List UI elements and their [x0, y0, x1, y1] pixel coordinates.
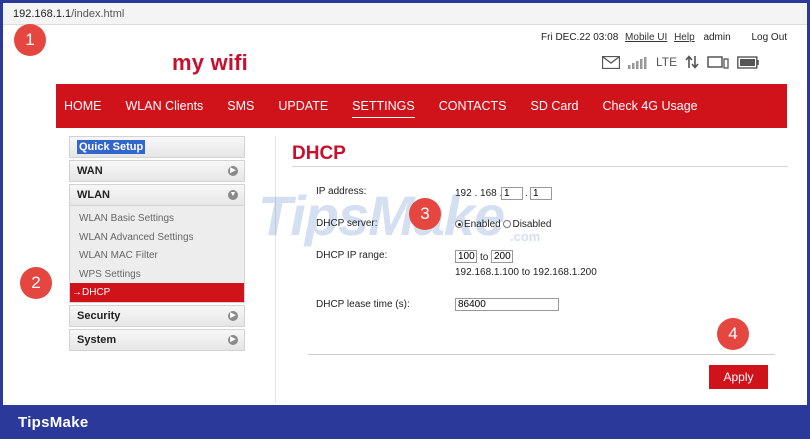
battery-icon — [737, 55, 759, 69]
dhcp-enabled-label: Enabled — [464, 219, 501, 230]
brand-logo: my wifi — [172, 50, 248, 75]
sidebar-item-label: Quick Setup — [77, 140, 146, 154]
submenu-dhcp[interactable]: →DHCP — [70, 283, 244, 302]
ip-part-1: 192 — [455, 188, 472, 199]
mobile-ui-link[interactable]: Mobile UI — [625, 32, 667, 43]
sidebar-item-label: WAN — [77, 165, 103, 177]
footer-brand: TipsMake — [18, 414, 89, 431]
ip-part-4-input[interactable]: 1 — [530, 187, 552, 200]
sidebar-item-label: WLAN — [77, 189, 110, 201]
sidebar-item-security[interactable]: Security ▶ — [69, 304, 245, 327]
dhcp-server-label: DHCP server: — [316, 218, 378, 229]
sidebar-item-label: System — [77, 333, 117, 346]
lease-time-label: DHCP lease time (s): — [316, 299, 410, 310]
step-marker-4: 4 — [717, 318, 749, 350]
nav-sms[interactable]: SMS — [227, 95, 254, 117]
sidebar-item-wan[interactable]: WAN ▶ — [69, 160, 245, 182]
submenu-wlan-mac-filter[interactable]: WLAN MAC Filter — [70, 246, 244, 265]
nav-update[interactable]: UPDATE — [278, 95, 328, 117]
range-to-label: to — [480, 252, 489, 263]
nav-wlan-clients[interactable]: WLAN Clients — [126, 95, 204, 117]
ip-address-label: IP address: — [316, 186, 367, 197]
network-type: LTE — [656, 55, 678, 69]
nav-home[interactable]: HOME — [64, 95, 102, 117]
title-divider — [292, 166, 788, 167]
chevron-right-icon: ▶ — [228, 334, 238, 345]
range-summary: 192.168.1.100 to 192.168.1.200 — [455, 267, 597, 278]
sidebar-item-label: Security — [77, 309, 121, 322]
nav-contacts[interactable]: CONTACTS — [439, 95, 507, 117]
nav-check-4g-usage[interactable]: Check 4G Usage — [602, 95, 697, 117]
chevron-right-icon: ▶ — [228, 166, 238, 176]
ip-address-fixed: 192 . 168 . — [455, 188, 503, 199]
page-title: DHCP — [292, 143, 346, 164]
step-marker-3: 3 — [409, 198, 441, 230]
dhcp-enabled-radio[interactable] — [455, 220, 463, 228]
username: admin — [703, 32, 731, 43]
submenu-wlan-advanced-settings[interactable]: WLAN Advanced Settings — [70, 228, 244, 247]
ip-dot-separator: . — [525, 188, 528, 199]
ip-part-3-input[interactable]: 1 — [501, 187, 523, 200]
chevron-right-icon: ▶ — [228, 310, 238, 321]
lease-time-input[interactable]: 86400 — [455, 298, 559, 311]
datetime: Fri DEC.22 03:08 — [541, 32, 619, 43]
url-host: 192.168.1.1 — [13, 8, 72, 20]
submenu-wps-settings[interactable]: WPS Settings — [70, 265, 244, 284]
data-transfer-icon — [685, 55, 699, 69]
step-marker-2: 2 — [20, 267, 52, 299]
url-path: /index.html — [71, 8, 125, 20]
watermark-domain: .com — [510, 229, 541, 244]
main-nav: HOME WLAN Clients SMS UPDATE SETTINGS CO… — [56, 84, 787, 128]
sidebar-item-wlan[interactable]: WLAN ▼ — [69, 184, 245, 206]
chevron-down-icon: ▼ — [228, 190, 238, 200]
footer-bar: TipsMake — [0, 405, 810, 439]
range-start-input[interactable]: 100 — [455, 250, 477, 263]
signal-icon — [628, 56, 647, 69]
nav-settings[interactable]: SETTINGS — [352, 95, 415, 118]
computer-icon — [707, 55, 729, 69]
dhcp-server-options: Enabled Disabled — [455, 219, 551, 230]
help-link[interactable]: Help — [674, 32, 695, 43]
settings-sidebar: Quick Setup WAN ▶ WLAN ▼ WLAN Basic Settin… — [69, 136, 245, 353]
content-bottom-divider — [308, 354, 775, 355]
apply-button[interactable]: Apply — [709, 365, 768, 389]
submenu-wlan-basic-settings[interactable]: WLAN Basic Settings — [70, 209, 244, 228]
dhcp-disabled-radio[interactable] — [503, 220, 512, 228]
content-divider — [275, 136, 276, 402]
sidebar-item-quick-setup[interactable]: Quick Setup — [69, 136, 245, 158]
dhcp-range-label: DHCP IP range: — [316, 250, 388, 261]
wlan-submenu: WLAN Basic Settings WLAN Advanced Settin… — [69, 206, 245, 303]
step-marker-1: 1 — [14, 24, 46, 56]
header-info: Fri DEC.22 03:08 Mobile UI Help admin Lo… — [541, 32, 791, 43]
address-bar[interactable]: 192.168.1.1/index.html — [3, 3, 807, 25]
status-icons: LTE — [602, 55, 759, 69]
range-end-input[interactable]: 200 — [491, 250, 513, 263]
ip-part-2: 168 — [480, 188, 497, 199]
mail-icon[interactable] — [602, 55, 620, 69]
sidebar-item-system[interactable]: System ▶ — [69, 328, 245, 351]
logout-link[interactable]: Log Out — [751, 32, 787, 43]
dhcp-disabled-label: Disabled — [512, 219, 552, 230]
nav-sd-card[interactable]: SD Card — [531, 95, 579, 117]
